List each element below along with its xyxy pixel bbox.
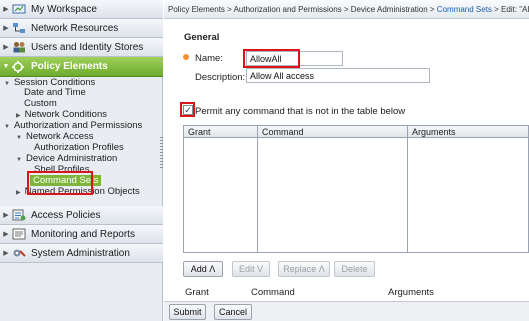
highlight-box (27, 171, 93, 195)
tree-item-label: Network Access (25, 131, 94, 142)
command-table: Grant Command Arguments (183, 125, 529, 253)
tree-item-custom[interactable]: Custom (24, 98, 57, 109)
name-label: Name: (195, 53, 223, 64)
expand-arrow-icon: ▶ (3, 231, 9, 238)
nav-label: System Administration (31, 247, 130, 259)
nav-users-identity-stores[interactable]: ▶ Users and Identity Stores (0, 38, 163, 57)
section-title: General (184, 32, 220, 43)
nav-system-administration[interactable]: ▶ System Administration (0, 244, 163, 263)
users-icon (13, 42, 25, 53)
tree-item-label: Authorization and Permissions (13, 120, 143, 131)
expand-arrow-icon: ▶ (3, 44, 9, 51)
nav-label: Network Resources (31, 22, 119, 34)
expand-arrow-icon: ▶ (3, 250, 9, 257)
tree-item-label: Device Administration (25, 153, 118, 164)
nav-label: My Workspace (31, 3, 97, 15)
description-label: Description: (195, 72, 246, 83)
replace-button[interactable]: Replace Λ (278, 261, 330, 277)
field-header-command: Command (251, 287, 295, 298)
breadcrumb-current-link[interactable]: Command Sets (437, 5, 492, 14)
expand-arrow-icon: ▶ (3, 6, 9, 13)
expand-arrow-icon: ▶ (3, 25, 9, 32)
column-header-command[interactable]: Command (258, 126, 304, 138)
submit-button[interactable]: Submit (169, 304, 206, 320)
table-column-command (258, 126, 408, 252)
workspace-icon (12, 4, 26, 14)
breadcrumb: Policy Elements > Authorization and Perm… (164, 0, 529, 19)
field-header-grant: Grant (185, 287, 209, 298)
nav-label: Policy Elements (31, 61, 108, 72)
expand-arrow-icon: ▶ (3, 212, 9, 219)
edit-button[interactable]: Edit V (232, 261, 270, 277)
tree-item-label: Date and Time (24, 87, 86, 98)
nav-label: Access Policies (31, 209, 101, 221)
add-button[interactable]: Add Λ (183, 261, 223, 277)
resize-grip[interactable] (160, 137, 163, 169)
access-policies-icon (12, 209, 26, 221)
description-input[interactable] (246, 68, 430, 83)
tree-item-authorization-profiles[interactable]: Authorization Profiles (34, 142, 124, 153)
tree-item-label: Authorization Profiles (34, 142, 124, 153)
column-header-grant[interactable]: Grant (184, 126, 211, 138)
breadcrumb-path[interactable]: Policy Elements > Authorization and Perm… (168, 5, 437, 14)
column-header-arguments[interactable]: Arguments (408, 126, 456, 138)
policy-elements-icon (12, 60, 24, 73)
highlight-box (243, 49, 300, 68)
tree-item-network-access[interactable]: ▼ Network Access (16, 131, 94, 142)
nav-label: Monitoring and Reports (31, 228, 135, 240)
form-footer: Submit Cancel (164, 301, 529, 321)
network-icon (13, 23, 25, 33)
delete-button[interactable]: Delete (334, 261, 375, 277)
nav-my-workspace[interactable]: ▶ My Workspace (0, 0, 163, 19)
required-field-icon (183, 54, 189, 60)
tree-item-authorization-permissions[interactable]: ▼ Authorization and Permissions (4, 120, 142, 131)
nav-access-policies[interactable]: ▶ Access Policies (0, 206, 163, 225)
nav-policy-elements[interactable]: ▼ Policy Elements (0, 57, 163, 77)
system-admin-icon (13, 249, 26, 257)
tree-item-label: Network Conditions (24, 109, 107, 120)
expand-arrow-icon: ▶ (16, 113, 21, 119)
collapse-arrow-icon: ▼ (16, 157, 22, 163)
cancel-button[interactable]: Cancel (214, 304, 252, 320)
collapse-arrow-icon: ▼ (4, 81, 10, 87)
tree-item-device-administration[interactable]: ▼ Device Administration (16, 153, 117, 164)
nav-monitoring-reports[interactable]: ▶ Monitoring and Reports (0, 225, 163, 244)
collapse-arrow-icon: ▼ (4, 124, 10, 130)
main-content: General Name: Description: ✓ Permit any … (164, 20, 529, 301)
tree-item-network-conditions[interactable]: ▶ Network Conditions (16, 109, 107, 120)
tree-item-label: Custom (24, 98, 57, 109)
sidebar: ▶ My Workspace ▶ Network Resources ▶ Use… (0, 0, 163, 321)
highlight-box (180, 102, 195, 117)
monitoring-icon (12, 228, 26, 240)
collapse-arrow-icon: ▼ (2, 63, 10, 70)
nav-label: Users and Identity Stores (31, 41, 144, 53)
table-column-grant (184, 126, 258, 252)
expand-arrow-icon: ▶ (16, 190, 21, 196)
breadcrumb-edit: > Edit: "AllowAll" (494, 5, 529, 14)
collapse-arrow-icon: ▼ (16, 135, 22, 141)
field-header-arguments: Arguments (388, 287, 434, 298)
permit-label: Permit any command that is not in the ta… (195, 106, 406, 117)
tree-item-date-and-time[interactable]: Date and Time (24, 87, 86, 98)
nav-network-resources[interactable]: ▶ Network Resources (0, 19, 163, 38)
